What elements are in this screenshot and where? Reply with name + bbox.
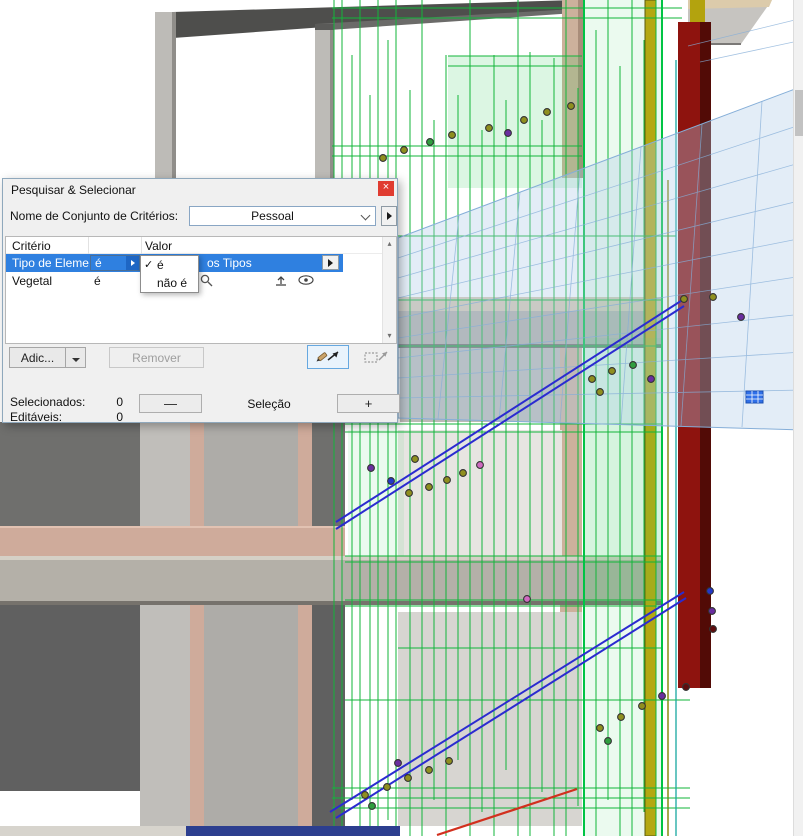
triangle-right-icon bbox=[131, 260, 135, 266]
marquee-pick-button[interactable] bbox=[355, 345, 397, 369]
triangle-right-icon bbox=[328, 259, 333, 267]
viewport-scrollbar-thumb[interactable] bbox=[795, 90, 803, 136]
magnifier-icon[interactable] bbox=[200, 274, 213, 287]
dropdown-item-nao-e[interactable]: não é bbox=[141, 274, 198, 292]
header-divider bbox=[141, 237, 142, 254]
criterion-value: os Tipos bbox=[207, 256, 252, 270]
criteria-set-label: Nome de Conjunto de Critérios: bbox=[10, 209, 178, 223]
app-window: Pesquisar & Selecionar × Nome de Conjunt… bbox=[0, 0, 803, 836]
header-divider bbox=[88, 237, 89, 254]
dialog-titlebar[interactable]: Pesquisar & Selecionar × bbox=[3, 179, 397, 201]
scroll-down-icon[interactable]: ▾ bbox=[383, 332, 396, 340]
criteria-list: Critério Valor Tipo de Eleme... é os Tip… bbox=[5, 236, 397, 344]
chevron-down-icon bbox=[361, 211, 371, 221]
pick-element-button[interactable] bbox=[307, 345, 349, 369]
criteria-set-flyout-button[interactable] bbox=[381, 206, 397, 226]
operator-combo[interactable]: é bbox=[90, 255, 140, 271]
value-flyout-button[interactable] bbox=[322, 255, 339, 270]
combo-open-button[interactable] bbox=[126, 256, 139, 270]
pencil-arrow-icon bbox=[315, 349, 341, 365]
criteria-set-combo[interactable]: Pessoal bbox=[189, 206, 376, 226]
criteria-set-row: Nome de Conjunto de Critérios: Pessoal bbox=[3, 206, 397, 228]
check-icon: ✓ bbox=[144, 258, 153, 271]
criterion-name: Tipo de Eleme... bbox=[12, 256, 99, 270]
selection-label: Seleção bbox=[217, 397, 321, 411]
close-button[interactable]: × bbox=[378, 181, 394, 196]
plane-grid-handle-icon[interactable] bbox=[746, 391, 763, 403]
bottom-strip bbox=[0, 826, 186, 836]
criterion-name: Vegetal bbox=[12, 274, 52, 288]
eye-icon[interactable] bbox=[298, 274, 315, 286]
add-dropdown-button[interactable] bbox=[65, 347, 86, 368]
add-button[interactable]: Adic... bbox=[9, 347, 66, 368]
dropdown-item-e[interactable]: ✓ é bbox=[141, 256, 198, 274]
operator-value: é bbox=[95, 256, 102, 270]
editables-count: 0 bbox=[105, 410, 123, 424]
remove-button[interactable]: Remover bbox=[109, 347, 204, 368]
dropdown-item-label: não é bbox=[157, 276, 187, 290]
viewport-scrollbar[interactable] bbox=[793, 0, 803, 836]
selected-label: Selecionados: bbox=[10, 395, 85, 409]
marquee-arrow-icon bbox=[363, 349, 389, 365]
list-header: Critério Valor bbox=[6, 237, 382, 254]
triangle-down-icon bbox=[72, 358, 80, 362]
close-icon: × bbox=[383, 181, 389, 193]
dropdown-item-label: é bbox=[157, 258, 164, 272]
select-button[interactable]: + bbox=[337, 394, 400, 413]
pick-up-icon[interactable] bbox=[274, 274, 288, 287]
criteria-set-value: Pessoal bbox=[190, 209, 355, 223]
dialog-title: Pesquisar & Selecionar bbox=[11, 183, 136, 197]
column-header-valor: Valor bbox=[145, 239, 172, 253]
deselect-button[interactable]: — bbox=[139, 394, 202, 413]
editables-label: Editáveis: bbox=[10, 410, 62, 424]
triangle-right-icon bbox=[387, 212, 392, 220]
scroll-up-icon[interactable]: ▴ bbox=[383, 240, 396, 248]
operator-value: é bbox=[94, 274, 101, 288]
find-select-dialog: Pesquisar & Selecionar × Nome de Conjunt… bbox=[2, 178, 398, 423]
bottom-blue-bar bbox=[186, 826, 400, 836]
operator-dropdown: ✓ é não é bbox=[140, 255, 199, 293]
column-header-criterio: Critério bbox=[12, 239, 51, 253]
list-scrollbar[interactable]: ▴ ▾ bbox=[382, 237, 396, 343]
selected-count: 0 bbox=[105, 395, 123, 409]
